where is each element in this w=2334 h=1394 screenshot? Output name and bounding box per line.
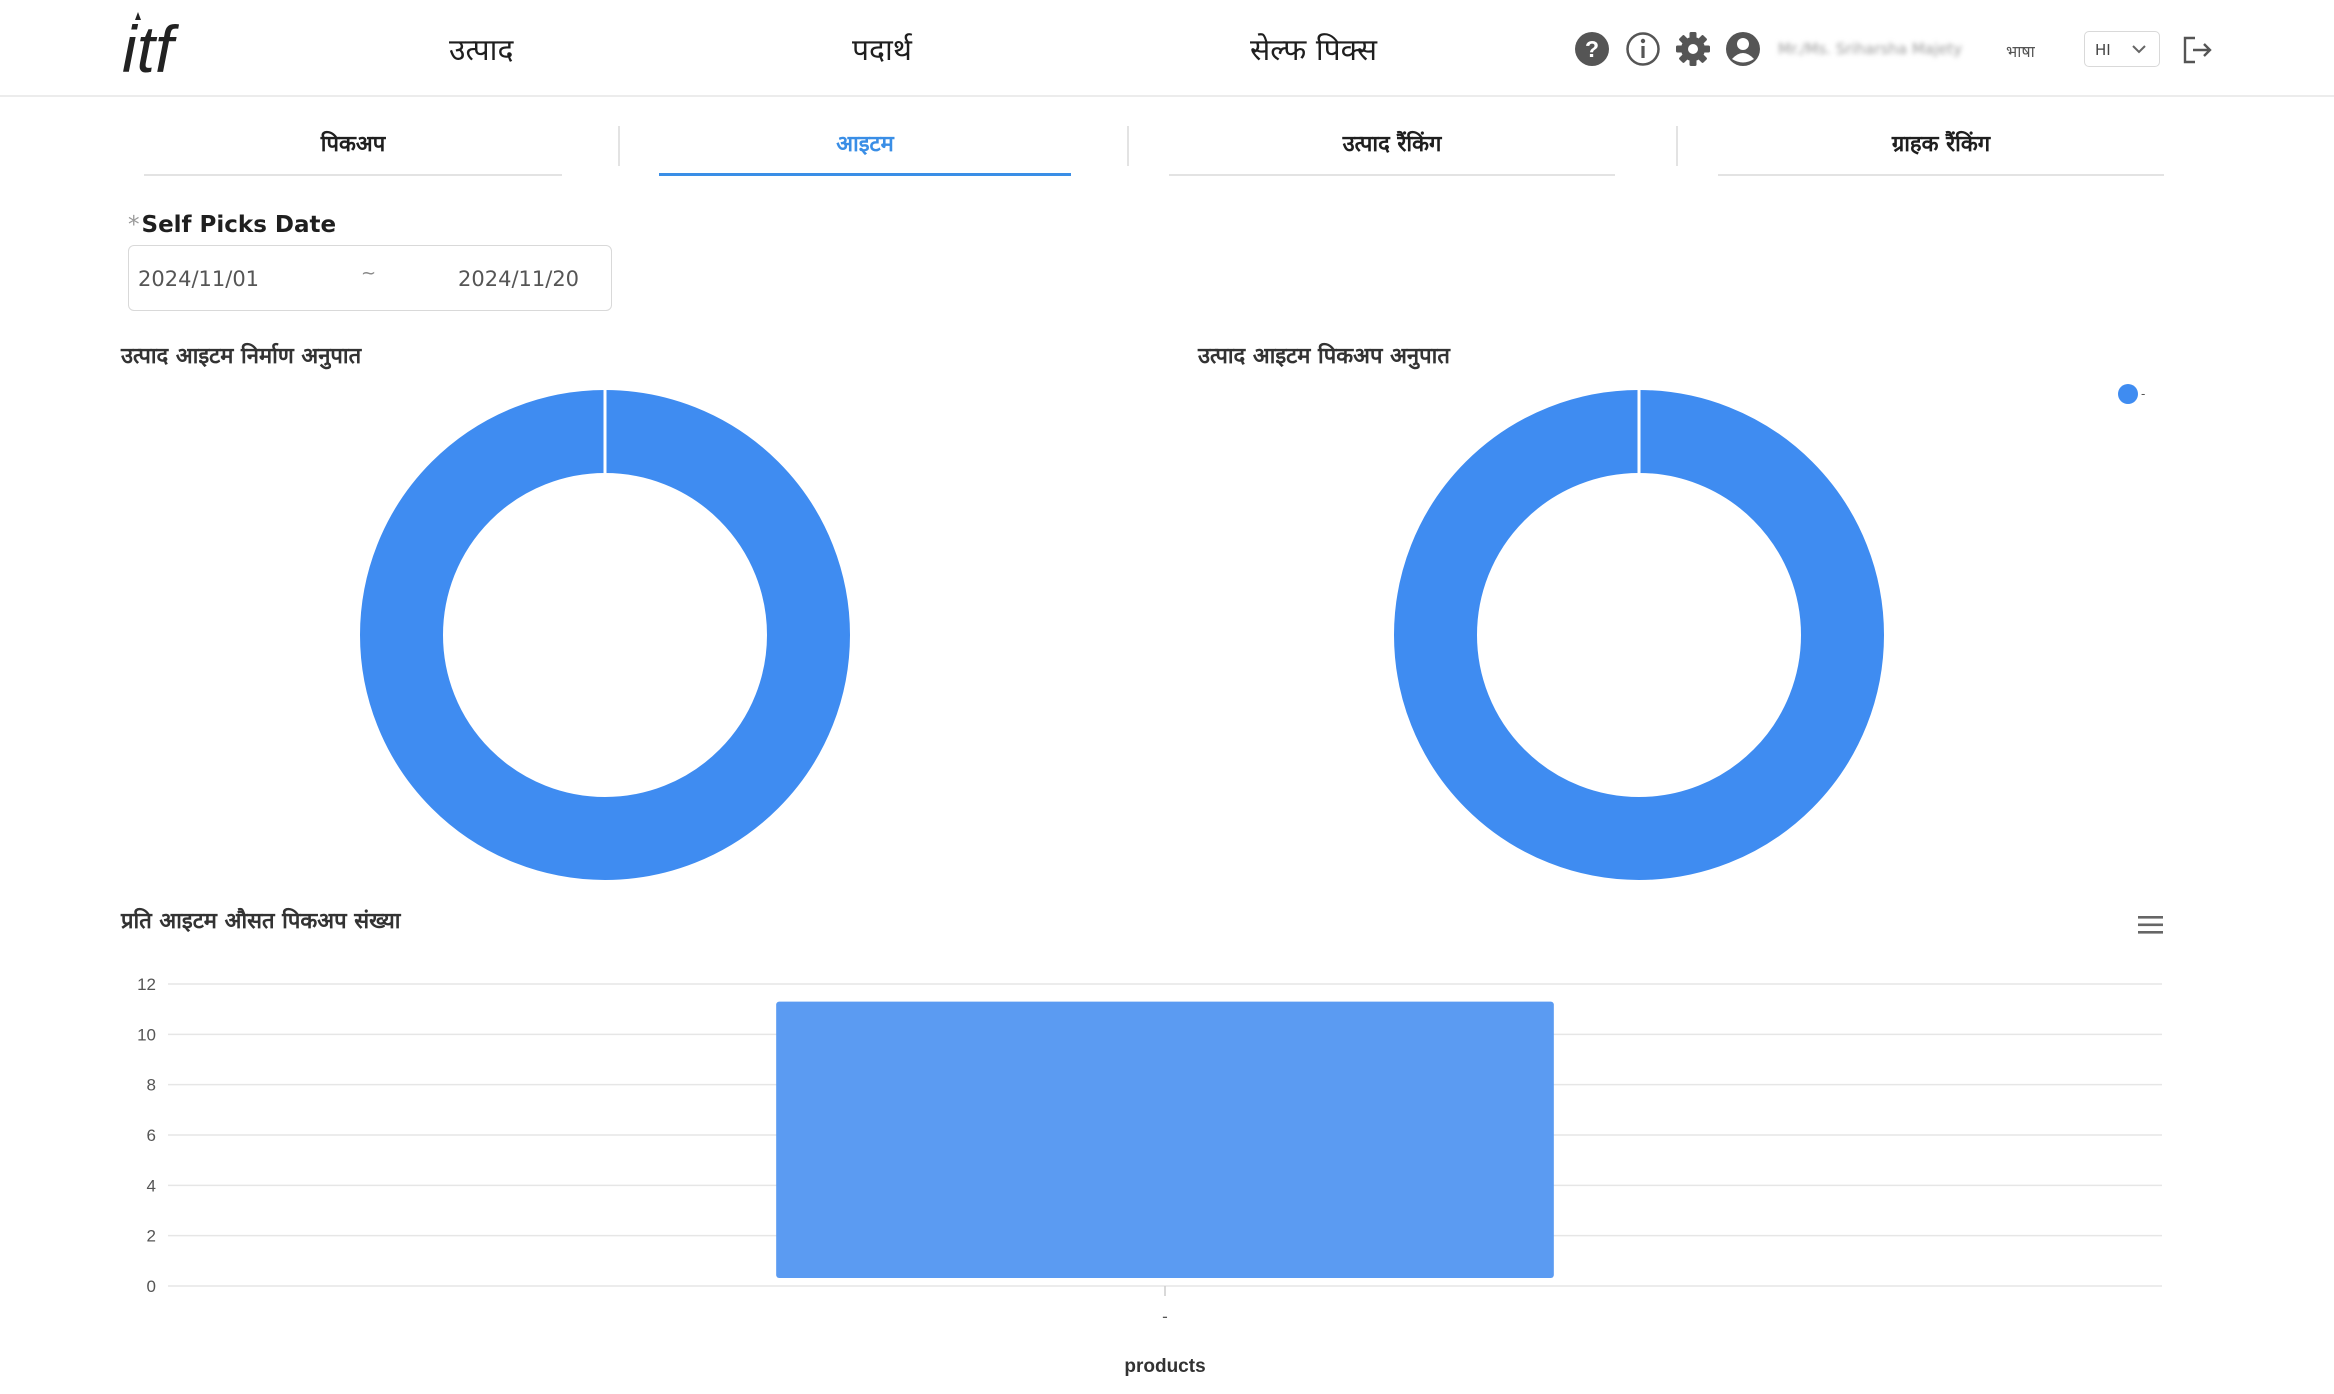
- y-tick-label: 0: [147, 1277, 156, 1296]
- y-tick-label: 4: [147, 1176, 156, 1195]
- tab-label: उत्पाद रैंकिंग: [1342, 132, 1442, 157]
- donut-slice[interactable]: [1394, 390, 1884, 880]
- help-icon[interactable]: ?: [1573, 30, 1611, 68]
- logout-icon[interactable]: [2180, 33, 2214, 67]
- tab-label: पिकअप: [320, 132, 386, 157]
- y-tick-label: 6: [147, 1126, 156, 1145]
- chart-title-item-pickup-ratio: उत्पाद आइटम पिकअप अनुपात: [1198, 344, 1450, 369]
- end-date-input[interactable]: 2024/11/20: [458, 267, 579, 291]
- tab-divider: [1127, 126, 1129, 166]
- tab-pickup[interactable]: पिकअप: [144, 128, 562, 176]
- required-mark: *: [128, 212, 140, 238]
- top-header: itf उत्पाद पदार्थ सेल्फ पिक्स ? Mr./Ms. …: [0, 0, 2334, 97]
- date-range-separator: ~: [361, 263, 377, 284]
- donut-slice[interactable]: [360, 390, 850, 880]
- start-date-input[interactable]: 2024/11/01: [138, 267, 259, 291]
- donut-chart-creation: [360, 390, 850, 880]
- legend-label: -: [2141, 386, 2145, 401]
- y-tick-label: 10: [137, 1025, 156, 1044]
- y-tick-label: 2: [147, 1227, 156, 1246]
- language-label: भाषा: [2006, 42, 2035, 61]
- tab-product-ranking[interactable]: उत्पाद रैंकिंग: [1169, 128, 1615, 176]
- y-tick-label: 8: [147, 1076, 156, 1095]
- user-name[interactable]: Mr./Ms. Sriharsha Majety: [1778, 40, 1962, 58]
- nav-materials[interactable]: पदार्थ: [852, 28, 912, 69]
- tab-divider: [1676, 126, 1678, 166]
- user-icon[interactable]: [1724, 30, 1762, 68]
- y-tick-label: 12: [137, 975, 156, 994]
- legend-marker: [2118, 384, 2138, 404]
- donut-chart-pickup: [1394, 390, 1884, 880]
- x-tick-label: -: [1162, 1307, 1168, 1326]
- svg-text:itf: itf: [122, 12, 180, 86]
- x-axis-title: products: [1124, 1356, 1205, 1377]
- pickup-legend[interactable]: -: [2112, 382, 2146, 406]
- info-icon[interactable]: [1624, 30, 1662, 68]
- self-picks-date-label: *Self Picks Date: [128, 212, 336, 238]
- nav-products[interactable]: उत्पाद: [449, 28, 513, 69]
- nav-self-picks[interactable]: सेल्फ पिक्स: [1250, 28, 1377, 69]
- language-value: HI: [2095, 41, 2111, 59]
- self-picks-date-label-text: Self Picks Date: [141, 212, 337, 238]
- tab-items[interactable]: आइटम: [659, 128, 1071, 176]
- chart-title-avg-pickups: प्रति आइटम औसत पिकअप संख्या: [121, 909, 401, 934]
- tab-label: ग्राहक रैंकिंग: [1891, 132, 1991, 157]
- chevron-down-icon: [2132, 45, 2146, 54]
- tab-customer-ranking[interactable]: ग्राहक रैंकिंग: [1718, 128, 2164, 176]
- bar[interactable]: [776, 1001, 1554, 1278]
- tab-divider: [618, 126, 620, 166]
- language-select[interactable]: HI: [2084, 31, 2160, 67]
- chart-title-item-creation-ratio: उत्पाद आइटम निर्माण अनुपात: [121, 344, 362, 369]
- tab-label: आइटम: [836, 132, 894, 157]
- svg-text:?: ?: [1585, 36, 1599, 62]
- menu-icon[interactable]: [2136, 913, 2166, 937]
- bar-chart-avg-pickups: 0 2 4 6 8 10 12 - products: [137, 975, 2162, 1377]
- gear-icon[interactable]: [1674, 30, 1712, 68]
- itf-logo[interactable]: itf: [120, 8, 200, 88]
